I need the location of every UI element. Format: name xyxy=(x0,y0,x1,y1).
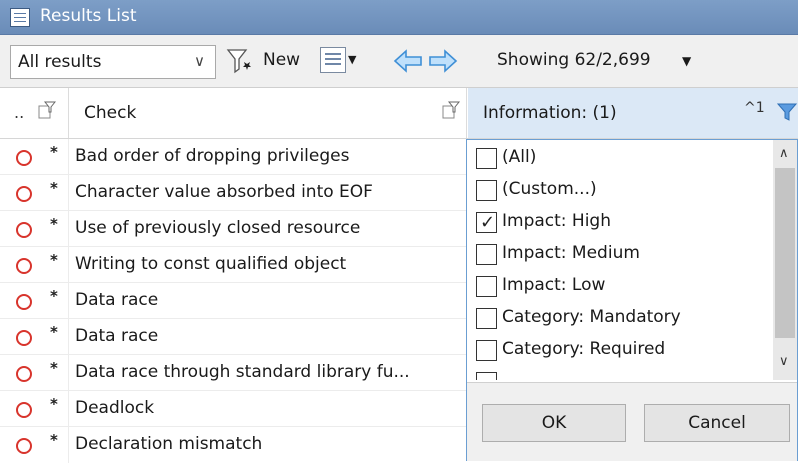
title-bar: Results List xyxy=(0,0,798,35)
new-marker: * xyxy=(50,251,58,269)
table-row[interactable]: * Writing to const qualified object xyxy=(0,247,466,283)
new-marker: * xyxy=(50,287,58,305)
status-circle-icon xyxy=(16,294,32,310)
new-marker: * xyxy=(50,143,58,161)
check-name: Data race xyxy=(75,290,159,310)
arrow-left-icon[interactable] xyxy=(393,49,423,73)
table-row[interactable]: * Declaration mismatch xyxy=(0,427,466,463)
chevron-down-icon: ∨ xyxy=(194,52,205,70)
new-marker: * xyxy=(50,359,58,377)
toolbar: All results ∨ New ▼ Showing 62/2,699 ▼ xyxy=(0,35,798,88)
scroll-down-icon[interactable]: ∨ xyxy=(779,354,789,369)
check-name: Declaration mismatch xyxy=(75,434,263,454)
vertical-scrollbar[interactable]: ∧ ∨ xyxy=(773,140,797,380)
filter-option-label: Category: Mandatory xyxy=(502,307,681,327)
new-filter-icon[interactable] xyxy=(226,47,256,75)
new-button[interactable]: New xyxy=(263,50,300,70)
checkbox[interactable] xyxy=(476,372,497,380)
status-circle-icon xyxy=(16,402,32,418)
status-circle-icon xyxy=(16,186,32,202)
new-marker: * xyxy=(50,323,58,341)
table-row[interactable]: * Data race through standard library fu.… xyxy=(0,355,466,391)
checkbox[interactable] xyxy=(476,148,497,169)
showing-count[interactable]: Showing 62/2,699 xyxy=(497,50,651,70)
check-name: Bad order of dropping privileges xyxy=(75,146,350,166)
scrollbar-thumb[interactable] xyxy=(775,168,795,338)
new-marker: * xyxy=(50,215,58,233)
caret-down-icon[interactable]: ▼ xyxy=(682,54,691,68)
column-filter-icon[interactable] xyxy=(441,100,461,120)
filter-option-label: (All) xyxy=(502,147,537,167)
filter-option-label: Impact: Medium xyxy=(502,243,640,263)
check-name: Data race xyxy=(75,326,159,346)
collapsed-column-header[interactable]: .. xyxy=(14,103,24,122)
table-row[interactable]: * Data race xyxy=(0,319,466,355)
check-column-header[interactable]: Check xyxy=(84,103,136,123)
checkbox[interactable] xyxy=(476,244,497,265)
table-row[interactable]: * Bad order of dropping privileges xyxy=(0,139,466,175)
popup-button-bar: OK Cancel xyxy=(467,382,797,461)
check-name: Writing to const qualified object xyxy=(75,254,347,274)
table-row[interactable]: * Data race xyxy=(0,283,466,319)
filter-option-label: (Custom...) xyxy=(502,179,597,199)
checkbox[interactable] xyxy=(476,308,497,329)
checkbox[interactable]: ✓ xyxy=(476,212,497,233)
information-filter-popup: (All) (Custom...) ✓ Impact: High Impact:… xyxy=(466,139,798,461)
sort-indicator: ^1 xyxy=(744,100,765,116)
results-filter-value: All results xyxy=(18,52,102,72)
caret-down-icon[interactable]: ▼ xyxy=(348,53,356,66)
status-circle-icon xyxy=(16,438,32,454)
window-title: Results List xyxy=(40,6,137,26)
status-circle-icon xyxy=(16,150,32,166)
table-header: .. Check Information: (1) ^1 xyxy=(0,88,798,139)
table-row[interactable]: * Character value absorbed into EOF xyxy=(0,175,466,211)
status-circle-icon xyxy=(16,258,32,274)
column-divider[interactable] xyxy=(68,88,69,138)
new-marker: * xyxy=(50,179,58,197)
filter-option-label: Category: Required xyxy=(502,339,666,359)
information-column-header[interactable]: Information: (1) ^1 xyxy=(468,88,798,138)
checkbox[interactable] xyxy=(476,276,497,297)
filter-options-list[interactable]: (All) (Custom...) ✓ Impact: High Impact:… xyxy=(467,140,773,380)
check-name: Data race through standard library fu... xyxy=(75,362,410,382)
scroll-up-icon[interactable]: ∧ xyxy=(779,146,789,161)
column-divider[interactable] xyxy=(466,88,467,138)
arrow-right-icon[interactable] xyxy=(428,49,458,73)
status-circle-icon xyxy=(16,330,32,346)
check-name: Use of previously closed resource xyxy=(75,218,361,238)
new-marker: * xyxy=(50,431,58,449)
checkmark-icon: ✓ xyxy=(480,212,496,233)
ok-button[interactable]: OK xyxy=(482,404,626,442)
check-name: Character value absorbed into EOF xyxy=(75,182,373,202)
cancel-button[interactable]: Cancel xyxy=(644,404,790,442)
checkbox[interactable] xyxy=(476,180,497,201)
table-row[interactable]: * Deadlock xyxy=(0,391,466,427)
columns-view-icon[interactable] xyxy=(320,47,346,73)
new-marker: * xyxy=(50,395,58,413)
information-column-label: Information: (1) xyxy=(483,103,617,123)
results-filter-select[interactable]: All results ∨ xyxy=(10,45,216,79)
filter-option-label: Impact: High xyxy=(502,211,611,231)
checkbox[interactable] xyxy=(476,340,497,361)
list-icon xyxy=(10,8,30,27)
check-name: Deadlock xyxy=(75,398,155,418)
filter-funnel-icon[interactable] xyxy=(777,102,797,122)
table-row[interactable]: * Use of previously closed resource xyxy=(0,211,466,247)
column-filter-icon[interactable] xyxy=(38,100,56,120)
status-circle-icon xyxy=(16,366,32,382)
status-circle-icon xyxy=(16,222,32,238)
filter-option-label: Impact: Low xyxy=(502,275,606,295)
